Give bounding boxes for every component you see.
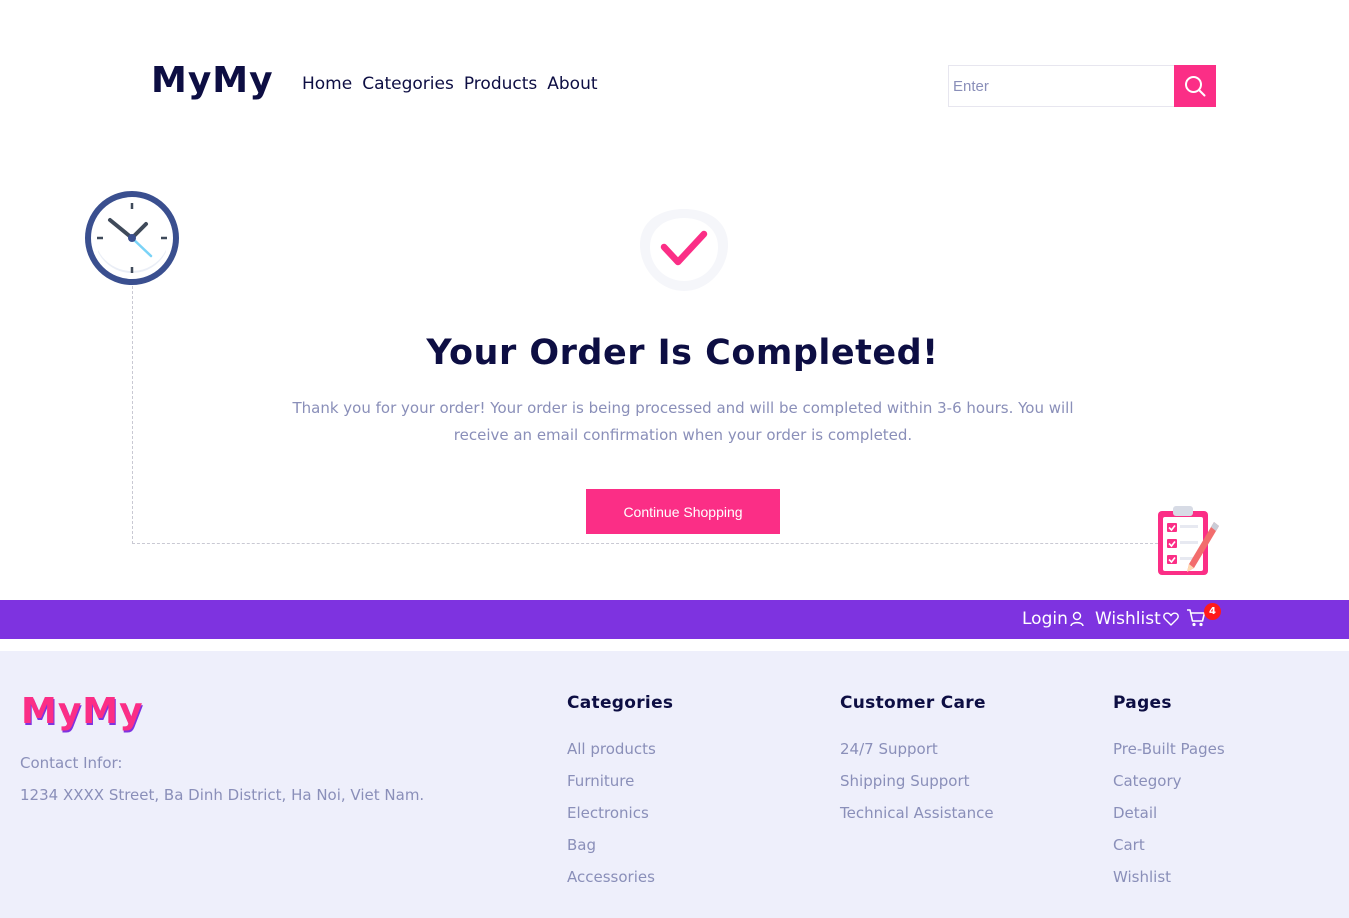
cart-count-badge: 4 bbox=[1204, 603, 1221, 620]
contact-label: Contact Infor: bbox=[20, 754, 123, 772]
dashed-guide-vertical bbox=[132, 286, 133, 544]
nav-products[interactable]: Products bbox=[464, 74, 537, 94]
cart-icon bbox=[1187, 609, 1206, 627]
nav-home[interactable]: Home bbox=[302, 74, 352, 94]
nav-categories[interactable]: Categories bbox=[362, 74, 454, 94]
order-message: Thank you for your order! Your order is … bbox=[292, 399, 1074, 444]
search-button[interactable] bbox=[1174, 65, 1216, 107]
footer-link[interactable]: Accessories bbox=[567, 861, 673, 893]
page-title: Your Order Is Completed! bbox=[426, 333, 939, 373]
user-icon bbox=[1070, 611, 1084, 627]
footer-link[interactable]: All products bbox=[567, 733, 673, 765]
clock-icon bbox=[85, 191, 179, 285]
footer-link[interactable]: Technical Assistance bbox=[840, 797, 994, 829]
footer-column-categories: Categories All products Furniture Electr… bbox=[567, 693, 673, 893]
logo[interactable]: MyMy bbox=[151, 60, 274, 101]
search-bar bbox=[948, 65, 1216, 107]
footer-link[interactable]: Detail bbox=[1113, 797, 1225, 829]
main-nav: Home Categories Products About bbox=[302, 74, 598, 94]
footer-column-pages: Pages Pre-Built Pages Category Detail Ca… bbox=[1113, 693, 1225, 893]
footer-link[interactable]: Category bbox=[1113, 765, 1225, 797]
footer-logo[interactable]: MyMy bbox=[21, 691, 144, 732]
footer-column-title: Categories bbox=[567, 693, 674, 713]
footer-link[interactable]: Furniture bbox=[567, 765, 673, 797]
heart-icon bbox=[1162, 612, 1179, 626]
footer-column-title: Pages bbox=[1113, 693, 1172, 713]
footer-link[interactable]: Pre-Built Pages bbox=[1113, 733, 1225, 765]
nav-about[interactable]: About bbox=[547, 74, 597, 94]
login-label: Login bbox=[1022, 609, 1068, 629]
footer-column-customer-care: Customer Care 24/7 Support Shipping Supp… bbox=[840, 693, 994, 829]
search-icon bbox=[1185, 76, 1206, 97]
footer-link[interactable]: Bag bbox=[567, 829, 673, 861]
footer-link[interactable]: Shipping Support bbox=[840, 765, 994, 797]
wishlist-label: Wishlist bbox=[1095, 609, 1161, 629]
cart-link[interactable] bbox=[1186, 609, 1206, 627]
continue-shopping-button[interactable]: Continue Shopping bbox=[586, 489, 780, 534]
login-link[interactable]: Login bbox=[1022, 609, 1084, 629]
footer-link[interactable]: Electronics bbox=[567, 797, 673, 829]
search-input[interactable] bbox=[948, 65, 1174, 107]
clipboard-checklist-icon bbox=[1158, 506, 1219, 575]
footer-column-title: Customer Care bbox=[840, 693, 986, 713]
footer: MyMy Contact Infor: 1234 XXXX Street, Ba… bbox=[0, 651, 1349, 918]
wishlist-link[interactable]: Wishlist bbox=[1095, 609, 1179, 629]
footer-link[interactable]: Wishlist bbox=[1113, 861, 1225, 893]
checkmark-icon bbox=[640, 209, 728, 291]
contact-address: 1234 XXXX Street, Ba Dinh District, Ha N… bbox=[20, 786, 425, 804]
dashed-guide-horizontal bbox=[132, 543, 1158, 544]
footer-link[interactable]: Cart bbox=[1113, 829, 1225, 861]
footer-link[interactable]: 24/7 Support bbox=[840, 733, 994, 765]
